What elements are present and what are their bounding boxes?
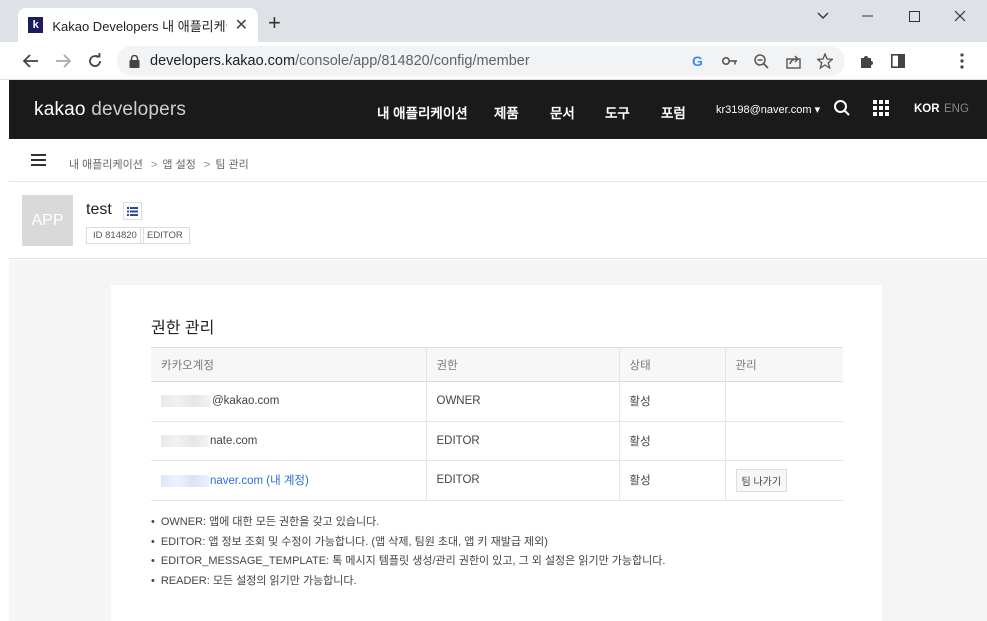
nav-products[interactable]: 제품 xyxy=(494,102,519,122)
tab-close-icon[interactable]: ✕ xyxy=(235,15,248,35)
column-header: 권한 xyxy=(426,347,620,382)
action-cell xyxy=(725,381,843,422)
table-row: @kakao.com OWNER 활성 xyxy=(151,381,843,422)
role-notes: OWNER: 앱에 대한 모든 권한을 갖고 있습니다. EDITOR: 앱 정… xyxy=(151,513,666,592)
nav-docs[interactable]: 문서 xyxy=(550,102,575,122)
breadcrumb-bar: 내 애플리케이션 > 앱 설정 > 팀 관리 xyxy=(9,139,987,182)
user-account-menu[interactable]: kr3198@naver.com ▾ xyxy=(716,103,820,116)
status-cell: 활성 xyxy=(619,460,726,501)
tab-title: Kakao Developers 내 애플리케이션 xyxy=(52,18,226,34)
breadcrumb-item[interactable]: 내 애플리케이션 xyxy=(69,159,143,171)
redacted-text xyxy=(161,475,209,488)
zoom-out-icon[interactable] xyxy=(752,52,770,70)
role-cell: EDITOR xyxy=(426,421,620,461)
menu-icon[interactable] xyxy=(31,154,46,166)
note-item: OWNER: 앱에 대한 모든 권한을 갖고 있습니다. xyxy=(151,513,665,533)
new-tab-button[interactable]: + xyxy=(268,12,281,34)
section-title: 권한 관리 xyxy=(151,320,215,337)
note-item: EDITOR: 앱 정보 조회 및 수정이 가능합니다. (앱 삭제, 팀원 초… xyxy=(151,533,665,553)
status-cell: 활성 xyxy=(619,421,726,461)
action-cell xyxy=(725,421,843,461)
share-icon[interactable] xyxy=(784,52,802,70)
nav-tools[interactable]: 도구 xyxy=(605,102,630,122)
lang-kor[interactable]: KOR xyxy=(914,103,940,115)
search-icon[interactable] xyxy=(833,99,853,119)
account-cell: @kakao.com xyxy=(151,381,427,422)
app-thumbnail: APP xyxy=(22,195,73,246)
close-window-button[interactable] xyxy=(945,6,975,26)
members-table: 카카오계정 권한 상태 관리 @kakao.com OWNER 활성 nate.… xyxy=(151,347,843,501)
back-button[interactable] xyxy=(20,50,42,72)
role-cell: EDITOR xyxy=(426,460,620,501)
google-icon[interactable]: G xyxy=(689,52,707,70)
reload-button[interactable] xyxy=(84,50,106,72)
breadcrumb: 내 애플리케이션 > 앱 설정 > 팀 관리 xyxy=(69,159,249,171)
side-panel-icon[interactable] xyxy=(887,50,909,72)
lang-eng[interactable]: ENG xyxy=(944,103,969,115)
browser-menu-icon[interactable] xyxy=(951,50,973,72)
app-name: test xyxy=(86,201,112,218)
browser-tab[interactable]: k Kakao Developers 내 애플리케이션 ✕ xyxy=(18,8,258,42)
redacted-text xyxy=(161,434,209,447)
breadcrumb-item[interactable]: 앱 설정 xyxy=(162,159,195,171)
table-row: naver.com (내 계정) EDITOR 활성 팀 나가기 xyxy=(151,460,843,501)
app-id-badge: ID 814820 xyxy=(86,227,144,244)
redacted-text xyxy=(161,395,211,408)
forward-button[interactable] xyxy=(52,50,74,72)
app-list-icon[interactable] xyxy=(123,202,142,220)
site-header: kakao developers 내 애플리케이션 제품 문서 도구 포럼 kr… xyxy=(9,80,987,139)
permissions-card: 권한 관리 카카오계정 권한 상태 관리 @kakao.com OWNER 활성… xyxy=(111,285,882,621)
column-header: 상태 xyxy=(619,347,726,382)
app-info-bar: APP test ID 814820 EDITOR xyxy=(9,182,987,259)
note-item: EDITOR_MESSAGE_TEMPLATE: 톡 메시지 템플릿 생성/관리… xyxy=(151,552,666,572)
key-icon[interactable] xyxy=(721,52,739,70)
browser-toolbar: developers.kakao.com/console/app/814820/… xyxy=(0,42,987,80)
action-cell: 팀 나가기 xyxy=(725,460,843,501)
svg-text:G: G xyxy=(692,54,703,68)
role-cell: OWNER xyxy=(426,381,620,422)
note-item: READER: 모든 설정의 읽기만 가능합니다. xyxy=(151,572,665,592)
breadcrumb-item: 팀 관리 xyxy=(215,159,249,171)
table-header-row: 카카오계정 권한 상태 관리 xyxy=(151,347,843,382)
maximize-button[interactable] xyxy=(899,6,929,26)
apps-grid-icon[interactable] xyxy=(872,99,892,119)
tab-search-icon[interactable] xyxy=(808,6,838,26)
kakao-favicon-icon: k xyxy=(28,17,44,33)
bookmark-star-icon[interactable] xyxy=(816,52,834,70)
app-role-badge: EDITOR xyxy=(140,227,190,244)
kakao-developers-logo[interactable]: kakao developers xyxy=(34,99,186,121)
lock-icon xyxy=(129,54,140,68)
account-cell: nate.com xyxy=(151,421,427,461)
account-cell: naver.com (내 계정) xyxy=(151,460,427,501)
table-row: nate.com EDITOR 활성 xyxy=(151,421,843,461)
column-header: 관리 xyxy=(725,347,843,382)
address-bar[interactable]: developers.kakao.com/console/app/814820/… xyxy=(117,46,845,76)
nav-forum[interactable]: 포럼 xyxy=(661,102,686,122)
extensions-icon[interactable] xyxy=(855,50,877,72)
minimize-button[interactable] xyxy=(853,6,883,26)
status-cell: 활성 xyxy=(619,381,726,422)
leave-team-button[interactable]: 팀 나가기 xyxy=(735,468,788,492)
url-text: developers.kakao.com/console/app/814820/… xyxy=(150,53,530,69)
nav-my-applications[interactable]: 내 애플리케이션 xyxy=(377,102,468,122)
browser-tabstrip: k Kakao Developers 내 애플리케이션 ✕ + xyxy=(0,0,987,42)
column-header: 카카오계정 xyxy=(151,347,427,382)
main-content: 권한 관리 카카오계정 권한 상태 관리 @kakao.com OWNER 활성… xyxy=(9,260,987,621)
